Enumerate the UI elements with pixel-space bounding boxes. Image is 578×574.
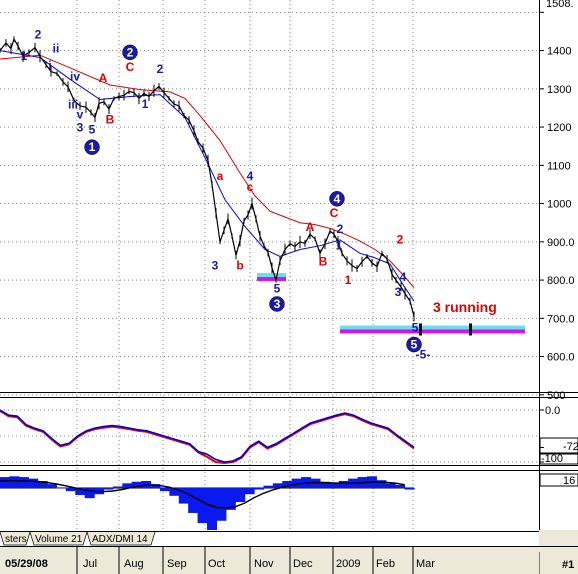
hist-bar [338, 480, 349, 488]
wave-label: A [306, 220, 315, 234]
wave-label: 3 [77, 121, 84, 135]
wave-label: 5 [274, 281, 281, 295]
bottom-right-label: #1 [562, 559, 574, 571]
band-magenta [340, 329, 525, 334]
wave-label: 2 [157, 62, 164, 76]
wave-label: v [77, 108, 84, 122]
hist-bar [0, 477, 11, 488]
y-tick-label: 1400 [547, 46, 571, 58]
band-magenta [257, 277, 286, 282]
wave-label: 1 [21, 49, 28, 63]
hist-bar [47, 484, 58, 488]
wave-label: C [126, 60, 135, 74]
hist-bar [112, 486, 123, 488]
y-tick-label: 1000 [547, 199, 571, 211]
hist-bar [385, 483, 396, 488]
wave-label: ii [53, 41, 60, 55]
wave-label: 4 [400, 270, 407, 284]
osc-tick-label: 0.0 [545, 405, 560, 417]
hist-bar [244, 488, 255, 495]
wave-label: 5 [89, 123, 96, 137]
hist-bar [235, 488, 246, 503]
wave-label: 1 [345, 273, 352, 287]
x-tick-label: Feb [376, 558, 395, 570]
wave-label: 2 [35, 27, 42, 41]
annotation-3-running: 3 running [433, 299, 497, 315]
hist-bar [207, 488, 218, 530]
wave-label: a [217, 169, 224, 183]
y-tick-label: 800.0 [547, 275, 575, 287]
hist-bar [159, 488, 170, 492]
hist-tick-label: 16 [563, 475, 575, 487]
hist-bar [18, 477, 29, 488]
hist-bar [188, 488, 199, 513]
chart-svg: 21iiiiviiiv3 51AB2C 21a 4c3 b534CA 21B124355-… [0, 0, 578, 574]
wave-label: A [99, 71, 108, 85]
hist-bar [103, 488, 114, 490]
x-tick-label: Aug [124, 558, 144, 570]
hist-bar [28, 478, 39, 488]
y-tick-label: 700.0 [547, 313, 575, 325]
osc-tick-label: -72 [563, 441, 578, 453]
x-tick-label: Mar [416, 558, 435, 570]
y-tick-label: 900.0 [547, 237, 575, 249]
wave-label: -5- [416, 347, 431, 361]
histogram-axis: 16 [539, 473, 578, 487]
wave-label: iv [70, 69, 80, 83]
x-tick-label: Dec [293, 558, 313, 570]
y-tick-label: 500 [547, 390, 565, 402]
wave-label: C [330, 206, 339, 220]
tab-label: sters [5, 534, 27, 545]
hist-bar [254, 488, 265, 490]
hist-bar [56, 488, 67, 489]
wave-label: 1 [142, 97, 149, 111]
hist-bar [84, 488, 95, 499]
y-tick-label: 1300 [547, 84, 571, 96]
wave-label-circled: 1 [89, 140, 96, 154]
hist-bar [65, 488, 76, 492]
x-tick-label: Jul [83, 558, 97, 570]
tab-label: Volume 21 [35, 534, 83, 545]
wave-label: 3 [395, 285, 402, 299]
wave-label: c [247, 180, 254, 194]
y-tick-label: 600.0 [547, 352, 575, 364]
hist-bar [263, 485, 274, 488]
hist-bar [197, 488, 208, 524]
wave-label: B [319, 255, 328, 269]
wave-label: 1 [336, 238, 343, 252]
hist-bar [216, 488, 227, 521]
wave-label-circled: 4 [334, 192, 341, 206]
wave-label: b [236, 258, 243, 272]
y-tick-label: 1100 [547, 160, 571, 172]
hist-bar [329, 483, 340, 488]
x-tick-label: 2009 [336, 558, 360, 570]
wave-label: B [106, 112, 115, 126]
indicator-tabs: sters Volume 21 ADX/DMI 14 [0, 531, 156, 546]
wave-label: 3 [212, 258, 219, 272]
hist-bar [9, 476, 20, 488]
wave-label: 5 [412, 321, 419, 335]
hist-bar [395, 484, 406, 488]
hist-bar [404, 488, 415, 490]
wave-label: 2 [397, 233, 404, 247]
band-marker [469, 323, 472, 336]
wave-label-circled: 3 [274, 297, 281, 311]
top-right-value: 1508. [546, 0, 574, 10]
x-tick-label: Sep [167, 558, 187, 570]
osc-tick-label: -100 [541, 453, 563, 465]
x-tick-label: 05/29/08 [5, 558, 48, 570]
wave-label: 2 [337, 222, 344, 236]
y-tick-label: 1200 [547, 122, 571, 134]
x-tick-label: Nov [254, 558, 274, 570]
wave-label-circled: 2 [127, 45, 134, 59]
band-marker [419, 323, 422, 336]
x-tick-label: Oct [208, 558, 225, 570]
tab-label: ADX/DMI 14 [92, 534, 148, 545]
wave-label: i [48, 59, 51, 73]
